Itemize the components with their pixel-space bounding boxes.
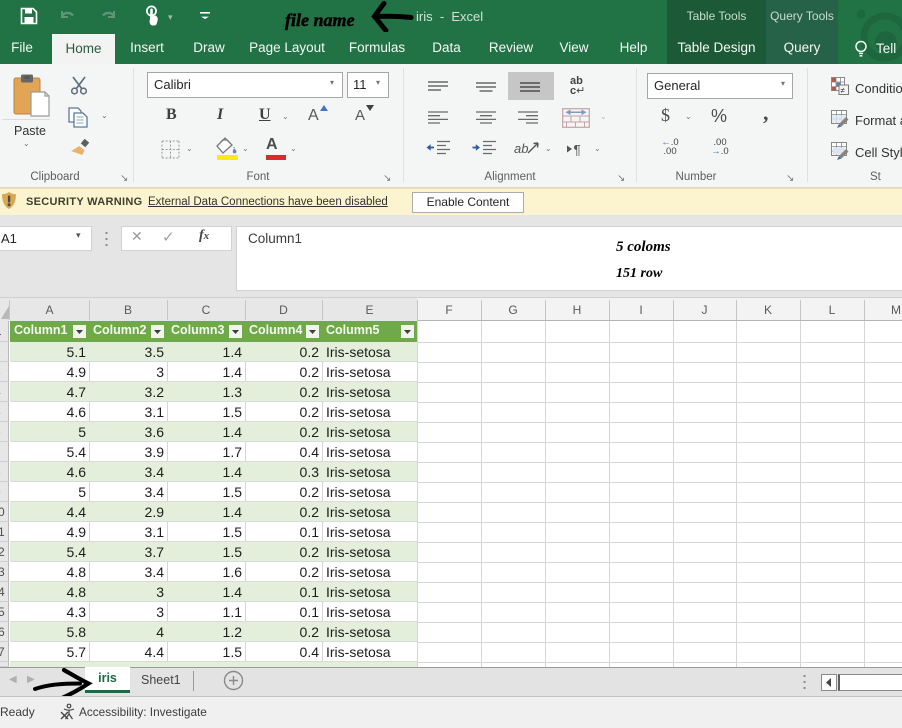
svg-text:≠: ≠	[841, 86, 846, 95]
svg-text:¶: ¶	[574, 143, 581, 157]
svg-text:ab: ab	[514, 141, 528, 156]
